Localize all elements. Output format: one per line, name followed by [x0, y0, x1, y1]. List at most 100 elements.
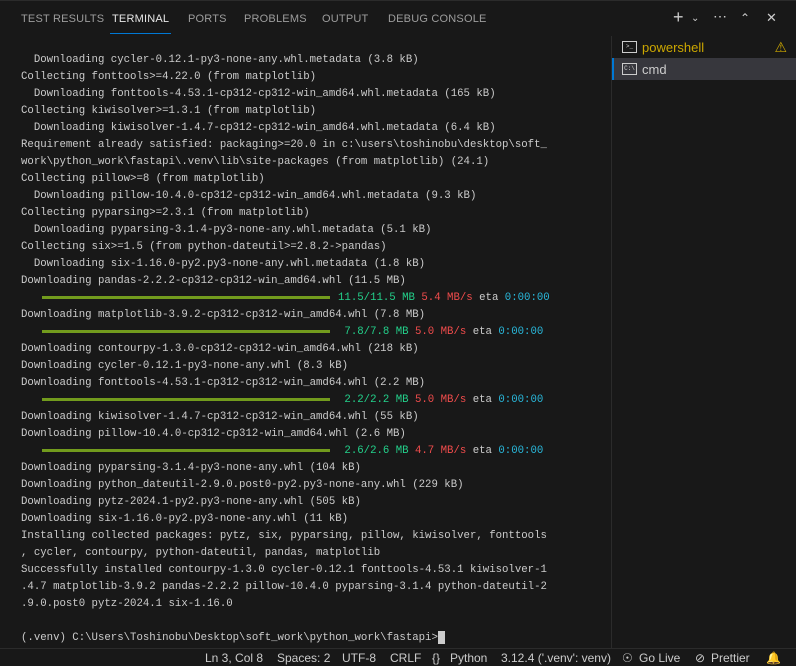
progress-eta: 0:00:00 [498, 326, 544, 338]
line-text: Downloading pillow-10.4.0-cp312-cp312-wi… [21, 428, 406, 440]
encoding[interactable]: UTF-8 [342, 651, 376, 665]
line-ending[interactable]: CRLF [390, 651, 421, 665]
more-actions-icon[interactable]: ⋯ [713, 8, 727, 25]
terminal-line: Downloading pyparsing-3.1.4-py3-none-any… [21, 222, 550, 239]
progress-eta: 0:00:00 [498, 445, 544, 457]
terminal-line: , cycler, contourpy, python-dateutil, pa… [21, 545, 550, 562]
line-text: Downloading pyparsing-3.1.4-py3-none-any… [21, 462, 361, 474]
language-braces-icon: {} [432, 651, 441, 665]
progress-size: 7.8/7.8 MB [338, 326, 409, 338]
cmd-icon: C:\ [622, 63, 637, 75]
terminal-line: Downloading cycler-0.12.1-py3-none-any.w… [21, 52, 550, 69]
tab-debug-console[interactable]: DEBUG CONSOLE [388, 13, 487, 25]
warning-icon: ⚠ [774, 38, 787, 55]
terminal-line: Downloading pillow-10.4.0-cp312-cp312-wi… [21, 426, 550, 443]
line-text: .9.0.post0 pytz-2024.1 six-1.16.0 [21, 598, 233, 610]
progress-eta: 0:00:00 [504, 292, 550, 304]
progress-speed: 5.0 MB/s [414, 326, 467, 338]
line-text: Downloading kiwisolver-1.4.7-cp312-cp312… [21, 411, 419, 423]
progress-size: 11.5/11.5 MB [338, 292, 415, 304]
terminal-item-cmd[interactable]: C:\ cmd [612, 58, 796, 80]
progress-bar [42, 448, 330, 452]
notifications-bell-icon[interactable]: 🔔 [766, 651, 781, 665]
progress-line: 7.8/7.8 MB 5.0 MB/s eta 0:00:00 [21, 324, 550, 341]
line-text: Downloading six-1.16.0-py2.py3-none-any.… [21, 513, 349, 525]
line-text: Downloading fonttools-4.53.1-cp312-cp312… [21, 88, 496, 100]
terminal-line: Downloading cycler-0.12.1-py3-none-any.w… [21, 358, 550, 375]
terminal-label: powershell [642, 39, 705, 55]
cursor-position[interactable]: Ln 3, Col 8 [205, 651, 263, 665]
indentation[interactable]: Spaces: 2 [277, 651, 330, 665]
progress-bar [42, 329, 330, 333]
tab-problems[interactable]: PROBLEMS [244, 13, 307, 25]
terminal-line: Downloading pillow-10.4.0-cp312-cp312-wi… [21, 188, 550, 205]
terminal-label: cmd [642, 61, 667, 77]
line-text: Downloading contourpy-1.3.0-cp312-cp312-… [21, 343, 419, 355]
line-text: (.venv) C:\Users\Toshinobu\Desktop\soft_… [21, 632, 438, 644]
line-text: .4.7 matplotlib-3.9.2 pandas-2.2.2 pillo… [21, 581, 547, 593]
line-text: Downloading cycler-0.12.1-py3-none-any.w… [21, 360, 349, 372]
terminal-output[interactable]: Downloading cycler-0.12.1-py3-none-any.w… [21, 52, 550, 647]
progress-line: 11.5/11.5 MB 5.4 MB/s eta 0:00:00 [21, 290, 550, 307]
terminal-line: Collecting kiwisolver>=1.3.1 (from matpl… [21, 103, 550, 120]
terminal-line: Installing collected packages: pytz, six… [21, 528, 550, 545]
terminal-line: Downloading contourpy-1.3.0-cp312-cp312-… [21, 341, 550, 358]
status-bar: Ln 3, Col 8 Spaces: 2 UTF-8 CRLF {} Pyth… [0, 648, 796, 666]
line-text: Downloading pyparsing-3.1.4-py3-none-any… [21, 224, 432, 236]
terminal-line: Downloading six-1.16.0-py2.py3-none-any.… [21, 256, 550, 273]
line-text: Installing collected packages: pytz, six… [21, 530, 547, 542]
go-live-button[interactable]: Go Live [639, 651, 680, 665]
line-text: Requirement already satisfied: packaging… [21, 139, 547, 151]
progress-eta-label: eta [472, 445, 492, 457]
progress-eta-label: eta [479, 292, 499, 304]
python-interpreter[interactable]: 3.12.4 ('.venv': venv) [501, 651, 611, 665]
terminal-line: Downloading fonttools-4.53.1-cp312-cp312… [21, 86, 550, 103]
terminal-line: Collecting fonttools>=4.22.0 (from matpl… [21, 69, 550, 86]
progress-bar [42, 397, 330, 401]
line-text: Downloading matplotlib-3.9.2-cp312-cp312… [21, 309, 426, 321]
prompt-line: (.venv) C:\Users\Toshinobu\Desktop\soft_… [21, 630, 550, 647]
terminal-line: work\python_work\fastapi\.venv\lib\site-… [21, 154, 550, 171]
powershell-icon: >_ [622, 41, 637, 53]
close-icon[interactable]: ✕ [766, 10, 777, 26]
progress-size: 2.2/2.2 MB [338, 394, 409, 406]
maximize-panel-icon[interactable]: ⌃ [740, 11, 750, 25]
terminal-line: Downloading six-1.16.0-py2.py3-none-any.… [21, 511, 550, 528]
progress-speed: 4.7 MB/s [414, 445, 467, 457]
line-text: work\python_work\fastapi\.venv\lib\site-… [21, 156, 490, 168]
prettier-button[interactable]: Prettier [711, 651, 750, 665]
terminal-line: Requirement already satisfied: packaging… [21, 137, 550, 154]
tab-terminal[interactable]: TERMINAL [109, 13, 172, 34]
progress-size: 2.6/2.6 MB [338, 445, 409, 457]
panel-tabs: TEST RESULTS TERMINAL PORTS PROBLEMS OUT… [0, 0, 796, 38]
line-text: Downloading six-1.16.0-py2.py3-none-any.… [21, 258, 426, 270]
terminal-line: Collecting six>=1.5 (from python-dateuti… [21, 239, 550, 256]
line-text: Downloading cycler-0.12.1-py3-none-any.w… [21, 54, 419, 66]
chevron-down-icon[interactable]: ⌄ [691, 13, 699, 24]
terminal-line: Downloading pandas-2.2.2-cp312-cp312-win… [21, 273, 550, 290]
line-text: Successfully installed contourpy-1.3.0 c… [21, 564, 547, 576]
progress-bar [42, 295, 330, 299]
line-text: Collecting pyparsing>=2.3.1 (from matplo… [21, 207, 310, 219]
line-text: Downloading kiwisolver-1.4.7-cp312-cp312… [21, 122, 496, 134]
terminal-line: Collecting pyparsing>=2.3.1 (from matplo… [21, 205, 550, 222]
line-text: , cycler, contourpy, python-dateutil, pa… [21, 547, 381, 559]
progress-line: 2.6/2.6 MB 4.7 MB/s eta 0:00:00 [21, 443, 550, 460]
terminal-line: Downloading kiwisolver-1.4.7-cp312-cp312… [21, 409, 550, 426]
progress-speed: 5.4 MB/s [421, 292, 473, 304]
new-terminal-plus-icon[interactable]: + [673, 7, 684, 28]
line-text: Collecting kiwisolver>=1.3.1 (from matpl… [21, 105, 317, 117]
terminal-item-powershell[interactable]: >_ powershell ⚠ [612, 36, 796, 58]
tab-output[interactable]: OUTPUT [322, 13, 368, 25]
language-mode[interactable]: Python [450, 651, 487, 665]
terminal-line: Downloading pyparsing-3.1.4-py3-none-any… [21, 460, 550, 477]
broadcast-icon: ☉ [622, 651, 633, 665]
tab-ports[interactable]: PORTS [188, 13, 227, 25]
line-text: Downloading pytz-2024.1-py2.py3-none-any… [21, 496, 361, 508]
terminal-line: Downloading pytz-2024.1-py2.py3-none-any… [21, 494, 550, 511]
tab-test-results[interactable]: TEST RESULTS [21, 13, 104, 25]
line-text: Downloading python_dateutil-2.9.0.post0-… [21, 479, 464, 491]
terminal-line: Collecting pillow>=8 (from matplotlib) [21, 171, 550, 188]
terminal-line: Downloading fonttools-4.53.1-cp312-cp312… [21, 375, 550, 392]
